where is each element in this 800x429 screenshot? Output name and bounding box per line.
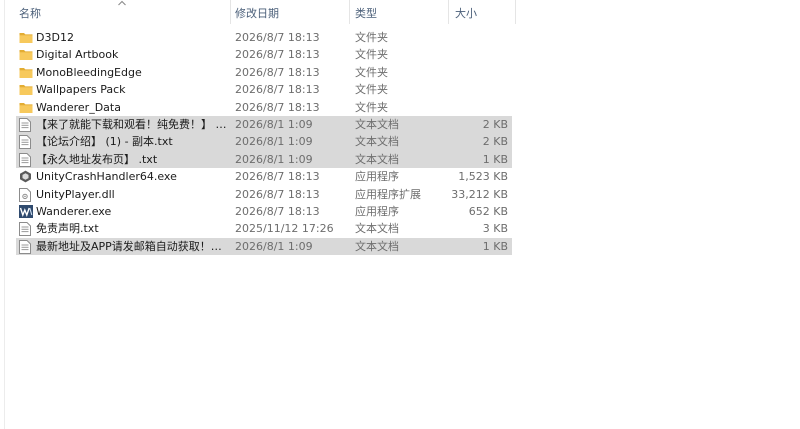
file-row[interactable]: UnityPlayer.dll 2026/8/7 18:13 应用程序扩展 33…	[0, 186, 800, 203]
file-name[interactable]: 【论坛介绍】 (1) - 副本.txt	[36, 133, 228, 150]
file-type: 文件夹	[355, 65, 388, 79]
file-type: 文本文档	[355, 135, 399, 149]
file-name[interactable]: MonoBleedingEdge	[36, 64, 228, 81]
file-row[interactable]: UnityCrashHandler64.exe 2026/8/7 18:13 应…	[0, 168, 800, 185]
file-type: 应用程序	[355, 170, 399, 184]
file-type: 应用程序扩展	[355, 187, 421, 201]
folder-icon	[19, 29, 33, 46]
file-name[interactable]: 最新地址及APP请发邮箱自动获取！！！...	[36, 238, 228, 255]
file-size: 3 KB	[482, 222, 508, 236]
file-type: 文本文档	[355, 152, 399, 166]
file-row[interactable]: Wanderer.exe 2026/8/7 18:13 应用程序 652 KB	[0, 203, 800, 220]
file-row[interactable]: MonoBleedingEdge 2026/8/7 18:13 文件夹	[0, 64, 800, 81]
column-header-type[interactable]: 类型	[355, 0, 377, 27]
file-name[interactable]: Wanderer.exe	[36, 203, 228, 220]
column-divider[interactable]	[230, 0, 231, 24]
file-modified-date: 2026/8/7 18:13	[235, 100, 320, 114]
text-file-icon	[19, 133, 33, 150]
file-row[interactable]: Wallpapers Pack 2026/8/7 18:13 文件夹	[0, 81, 800, 98]
sort-ascending-icon	[118, 0, 126, 6]
folder-icon	[19, 64, 33, 81]
file-name[interactable]: 【永久地址发布页】 .txt	[36, 151, 228, 168]
column-header-size[interactable]: 大小	[455, 0, 477, 27]
column-header-bar: 名称 修改日期 类型 大小	[0, 0, 800, 27]
file-size: 2 KB	[482, 135, 508, 149]
column-divider[interactable]	[515, 0, 516, 24]
file-type: 文本文档	[355, 239, 399, 253]
file-name[interactable]: Wallpapers Pack	[36, 81, 228, 98]
file-name[interactable]: Wanderer_Data	[36, 99, 228, 116]
file-type: 应用程序	[355, 204, 399, 218]
file-type: 文件夹	[355, 100, 388, 114]
file-name[interactable]: D3D12	[36, 29, 228, 46]
folder-icon	[19, 46, 33, 63]
unity-exe-icon	[19, 168, 33, 185]
file-name[interactable]: UnityCrashHandler64.exe	[36, 168, 228, 185]
file-size: 652 KB	[468, 204, 508, 218]
file-row[interactable]: 【永久地址发布页】 .txt 2026/8/1 1:09 文本文档 1 KB	[0, 150, 800, 169]
file-modified-date: 2026/8/7 18:13	[235, 187, 320, 201]
file-name[interactable]: Digital Artbook	[36, 46, 228, 63]
file-modified-date: 2025/11/12 17:26	[235, 222, 334, 236]
file-size: 33,212 KB	[451, 187, 508, 201]
column-header-modified[interactable]: 修改日期	[235, 0, 279, 27]
file-size: 1 KB	[482, 239, 508, 253]
column-divider[interactable]	[448, 0, 449, 24]
folder-icon	[19, 99, 33, 116]
file-modified-date: 2026/8/7 18:13	[235, 31, 320, 44]
file-name[interactable]: UnityPlayer.dll	[36, 186, 228, 203]
file-modified-date: 2026/8/7 18:13	[235, 170, 320, 184]
file-type: 文本文档	[355, 222, 399, 236]
file-modified-date: 2026/8/7 18:13	[235, 48, 320, 62]
file-explorer-window: 名称 修改日期 类型 大小 D3D12 2026/8/7 18:13 文件夹 D…	[0, 0, 800, 429]
file-type: 文件夹	[355, 31, 388, 44]
file-row[interactable]: Wanderer_Data 2026/8/7 18:13 文件夹	[0, 99, 800, 116]
file-modified-date: 2026/8/1 1:09	[235, 239, 313, 253]
column-divider[interactable]	[349, 0, 350, 24]
dll-file-icon	[19, 186, 33, 203]
file-size: 1,523 KB	[458, 170, 508, 184]
text-file-icon	[19, 151, 33, 168]
file-modified-date: 2026/8/7 18:13	[235, 83, 320, 97]
text-file-icon	[19, 238, 33, 255]
file-modified-date: 2026/8/1 1:09	[235, 135, 313, 149]
file-type: 文件夹	[355, 83, 388, 97]
file-size: 2 KB	[482, 117, 508, 131]
file-row[interactable]: Digital Artbook 2026/8/7 18:13 文件夹	[0, 46, 800, 63]
file-row[interactable]: 免责声明.txt 2025/11/12 17:26 文本文档 3 KB	[0, 220, 800, 237]
file-row[interactable]: 最新地址及APP请发邮箱自动获取！！！... 2026/8/1 1:09 文本文…	[0, 237, 800, 256]
folder-icon	[19, 81, 33, 98]
file-row[interactable]: 【论坛介绍】 (1) - 副本.txt 2026/8/1 1:09 文本文档 2…	[0, 133, 800, 151]
file-modified-date: 2026/8/7 18:13	[235, 204, 320, 218]
column-header-name[interactable]: 名称	[19, 0, 41, 27]
file-list: D3D12 2026/8/7 18:13 文件夹 Digital Artbook…	[0, 29, 800, 256]
file-type: 文本文档	[355, 117, 399, 131]
file-name[interactable]: 免责声明.txt	[36, 220, 228, 237]
wanderer-exe-icon	[19, 203, 33, 220]
file-row[interactable]: 【来了就能下载和观看！纯免费！】 - 副... 2026/8/1 1:09 文本…	[0, 115, 800, 134]
file-name[interactable]: 【来了就能下载和观看！纯免费！】 - 副...	[36, 116, 228, 133]
file-modified-date: 2026/8/1 1:09	[235, 117, 313, 131]
file-row[interactable]: D3D12 2026/8/7 18:13 文件夹	[0, 29, 800, 46]
file-modified-date: 2026/8/7 18:13	[235, 65, 320, 79]
file-modified-date: 2026/8/1 1:09	[235, 152, 313, 166]
file-size: 1 KB	[482, 152, 508, 166]
text-file-icon	[19, 116, 33, 133]
file-type: 文件夹	[355, 48, 388, 62]
text-file-icon	[19, 220, 33, 237]
